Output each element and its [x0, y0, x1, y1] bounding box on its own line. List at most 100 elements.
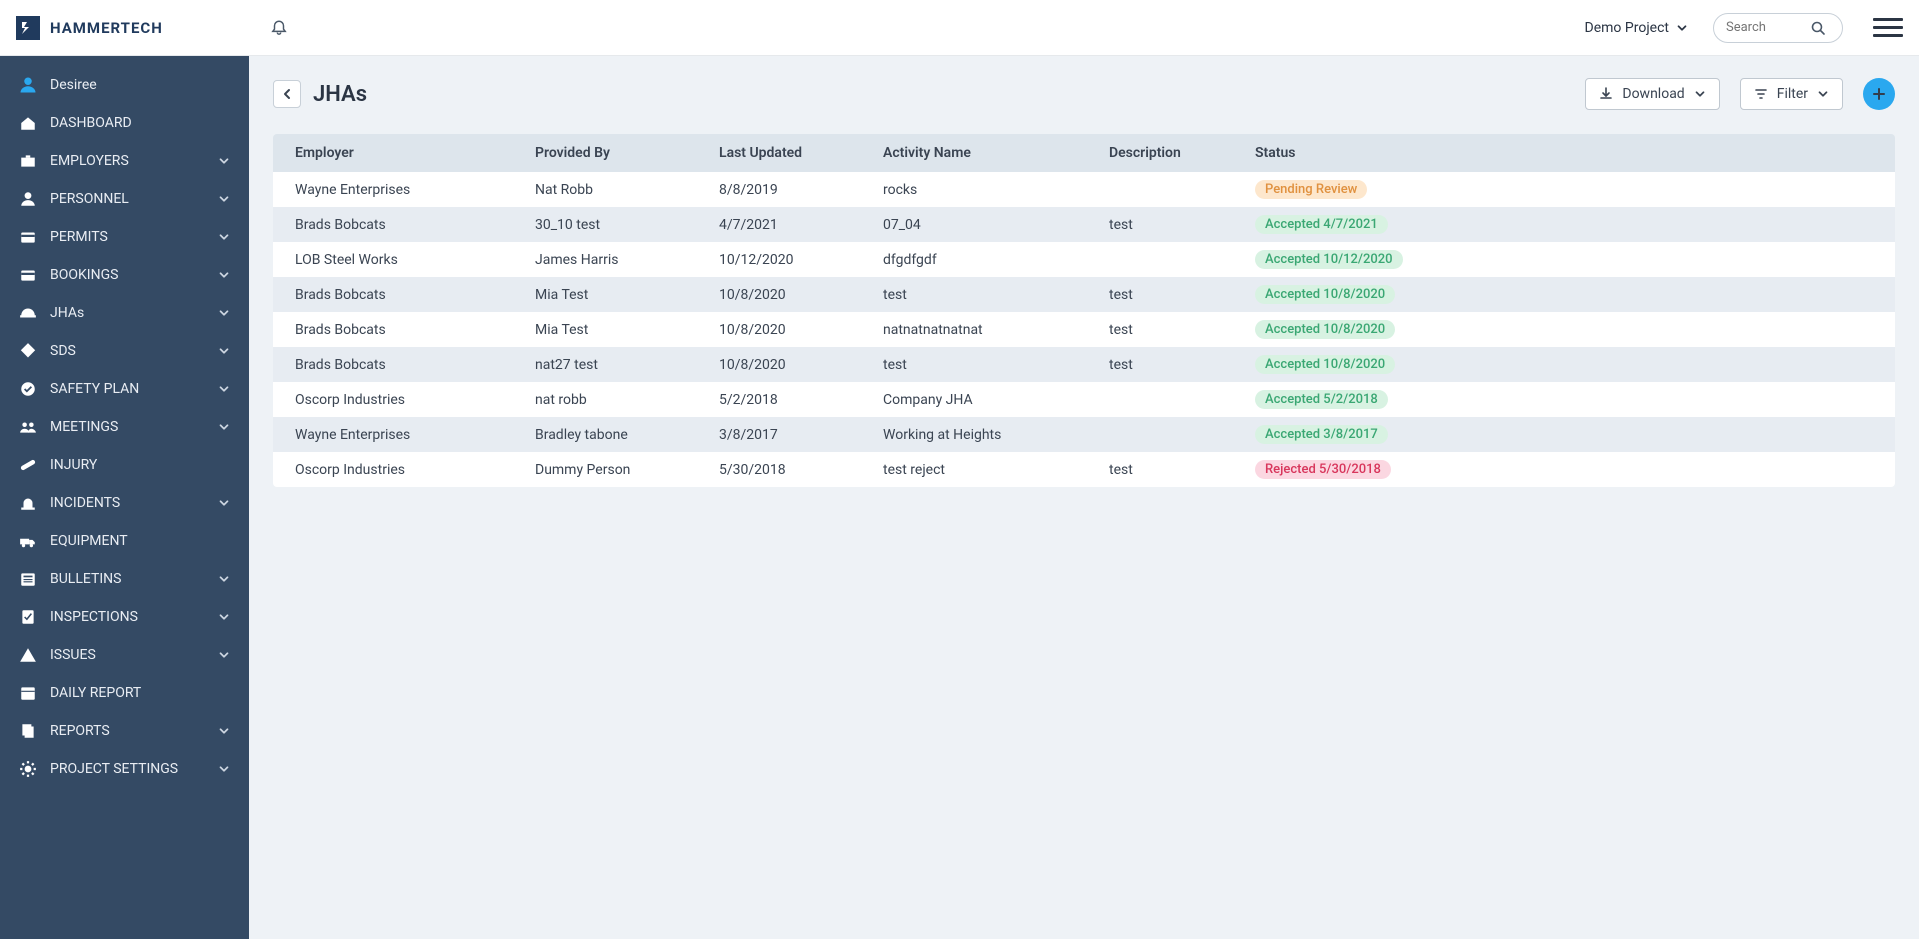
search-input[interactable]	[1724, 19, 1804, 36]
sidebar-item-label: JHAs	[50, 305, 205, 321]
sidebar-item-reports[interactable]: REPORTS	[0, 712, 249, 750]
sidebar-item-equipment[interactable]: EQUIPMENT	[0, 522, 249, 560]
cell-activity: 07_04	[861, 207, 1087, 242]
cell-employer: Wayne Enterprises	[273, 417, 513, 452]
sidebar-item-incidents[interactable]: INCIDENTS	[0, 484, 249, 522]
filter-icon	[1753, 86, 1769, 102]
download-icon	[1598, 86, 1614, 102]
status-badge: Pending Review	[1255, 180, 1367, 199]
cell-status: Accepted 5/2/2018	[1233, 382, 1895, 417]
cell-activity: Working at Heights	[861, 417, 1087, 452]
warning-icon	[18, 645, 38, 665]
cell-provided-by: Mia Test	[513, 312, 697, 347]
sidebar-item-inspections[interactable]: INSPECTIONS	[0, 598, 249, 636]
sidebar-item-project-settings[interactable]: PROJECT SETTINGS	[0, 750, 249, 788]
search-box[interactable]	[1713, 13, 1843, 43]
chevron-down-icon	[217, 344, 231, 358]
add-button[interactable]	[1863, 78, 1895, 110]
chevron-down-icon	[217, 648, 231, 662]
sidebar-item-personnel[interactable]: PERSONNEL	[0, 180, 249, 218]
column-header[interactable]: Activity Name	[861, 134, 1087, 172]
table-row[interactable]: Brads Bobcats30_10 test4/7/202107_04test…	[273, 207, 1895, 242]
status-badge: Accepted 10/8/2020	[1255, 320, 1395, 339]
column-header[interactable]: Status	[1233, 134, 1895, 172]
column-header[interactable]: Last Updated	[697, 134, 861, 172]
sidebar-item-dashboard[interactable]: DASHBOARD	[0, 104, 249, 142]
project-switcher[interactable]: Demo Project	[1577, 16, 1697, 40]
column-header[interactable]: Provided By	[513, 134, 697, 172]
newspaper-icon	[18, 569, 38, 589]
sidebar-item-label: ISSUES	[50, 647, 205, 663]
brand[interactable]: HAMMERTECH	[16, 16, 249, 40]
table-row[interactable]: Oscorp Industriesnat robb5/2/2018Company…	[273, 382, 1895, 417]
column-header[interactable]: Description	[1087, 134, 1233, 172]
sidebar-item-daily-report[interactable]: DAILY REPORT	[0, 674, 249, 712]
diamond-icon	[18, 341, 38, 361]
cell-activity: natnatnatnatnat	[861, 312, 1087, 347]
cell-employer: Oscorp Industries	[273, 452, 513, 487]
sidebar-item-jhas[interactable]: JHAs	[0, 294, 249, 332]
page-header: JHAs Download Filter	[273, 78, 1895, 110]
sidebar-item-sds[interactable]: SDS	[0, 332, 249, 370]
sidebar-item-label: BULLETINS	[50, 571, 205, 587]
top-bar: HAMMERTECH Demo Project	[0, 0, 1919, 56]
table-row[interactable]: Brads BobcatsMia Test10/8/2020testtestAc…	[273, 277, 1895, 312]
hardhat-icon	[18, 303, 38, 323]
cell-last-updated: 3/8/2017	[697, 417, 861, 452]
table-row[interactable]: LOB Steel WorksJames Harris10/12/2020dfg…	[273, 242, 1895, 277]
check-circle-icon	[18, 379, 38, 399]
siren-icon	[18, 493, 38, 513]
sidebar-item-label: REPORTS	[50, 723, 205, 739]
main-menu-button[interactable]	[1873, 13, 1903, 43]
person-icon	[18, 189, 38, 209]
chevron-down-icon	[217, 230, 231, 244]
sidebar-item-label: DAILY REPORT	[50, 685, 231, 701]
sidebar-item-label: INCIDENTS	[50, 495, 205, 511]
sidebar-item-permits[interactable]: PERMITS	[0, 218, 249, 256]
status-badge: Rejected 5/30/2018	[1255, 460, 1391, 479]
cell-status: Pending Review	[1233, 172, 1895, 207]
truck-icon	[18, 531, 38, 551]
files-icon	[18, 721, 38, 741]
plus-icon	[1871, 86, 1887, 102]
sidebar-item-label: PERSONNEL	[50, 191, 205, 207]
table-row[interactable]: Brads BobcatsMia Test10/8/2020natnatnatn…	[273, 312, 1895, 347]
sidebar-item-meetings[interactable]: MEETINGS	[0, 408, 249, 446]
sidebar-item-label: BOOKINGS	[50, 267, 205, 283]
chevron-down-icon	[217, 762, 231, 776]
table-row[interactable]: Oscorp IndustriesDummy Person5/30/2018te…	[273, 452, 1895, 487]
sidebar-item-injury[interactable]: INJURY	[0, 446, 249, 484]
status-badge: Accepted 10/8/2020	[1255, 355, 1395, 374]
cell-description: test	[1087, 312, 1233, 347]
cell-description: test	[1087, 207, 1233, 242]
group-icon	[18, 417, 38, 437]
cell-status: Accepted 4/7/2021	[1233, 207, 1895, 242]
table-row[interactable]: Wayne EnterprisesBradley tabone3/8/2017W…	[273, 417, 1895, 452]
download-button[interactable]: Download	[1585, 78, 1719, 110]
cell-employer: Brads Bobcats	[273, 347, 513, 382]
notifications-button[interactable]	[265, 14, 293, 42]
sidebar-item-bookings[interactable]: BOOKINGS	[0, 256, 249, 294]
back-button[interactable]	[273, 80, 301, 108]
column-header[interactable]: Employer	[273, 134, 513, 172]
sidebar-item-label: EMPLOYERS	[50, 153, 205, 169]
sidebar-item-bulletins[interactable]: BULLETINS	[0, 560, 249, 598]
sidebar-item-label: EQUIPMENT	[50, 533, 231, 549]
chevron-down-icon	[217, 496, 231, 510]
gear-icon	[18, 759, 38, 779]
chevron-down-icon	[217, 192, 231, 206]
sidebar-item-safety-plan[interactable]: SAFETY PLAN	[0, 370, 249, 408]
cell-last-updated: 10/8/2020	[697, 277, 861, 312]
filter-button[interactable]: Filter	[1740, 78, 1843, 110]
cell-provided-by: 30_10 test	[513, 207, 697, 242]
table-row[interactable]: Brads Bobcatsnat27 test10/8/2020testtest…	[273, 347, 1895, 382]
cell-activity: test reject	[861, 452, 1087, 487]
chevron-down-icon	[1816, 87, 1830, 101]
sidebar-user[interactable]: Desiree	[0, 66, 249, 104]
sidebar-item-issues[interactable]: ISSUES	[0, 636, 249, 674]
sidebar-item-employers[interactable]: EMPLOYERS	[0, 142, 249, 180]
cell-last-updated: 5/30/2018	[697, 452, 861, 487]
filter-label: Filter	[1777, 86, 1808, 102]
cell-status: Accepted 10/8/2020	[1233, 277, 1895, 312]
table-row[interactable]: Wayne EnterprisesNat Robb8/8/2019rocksPe…	[273, 172, 1895, 207]
